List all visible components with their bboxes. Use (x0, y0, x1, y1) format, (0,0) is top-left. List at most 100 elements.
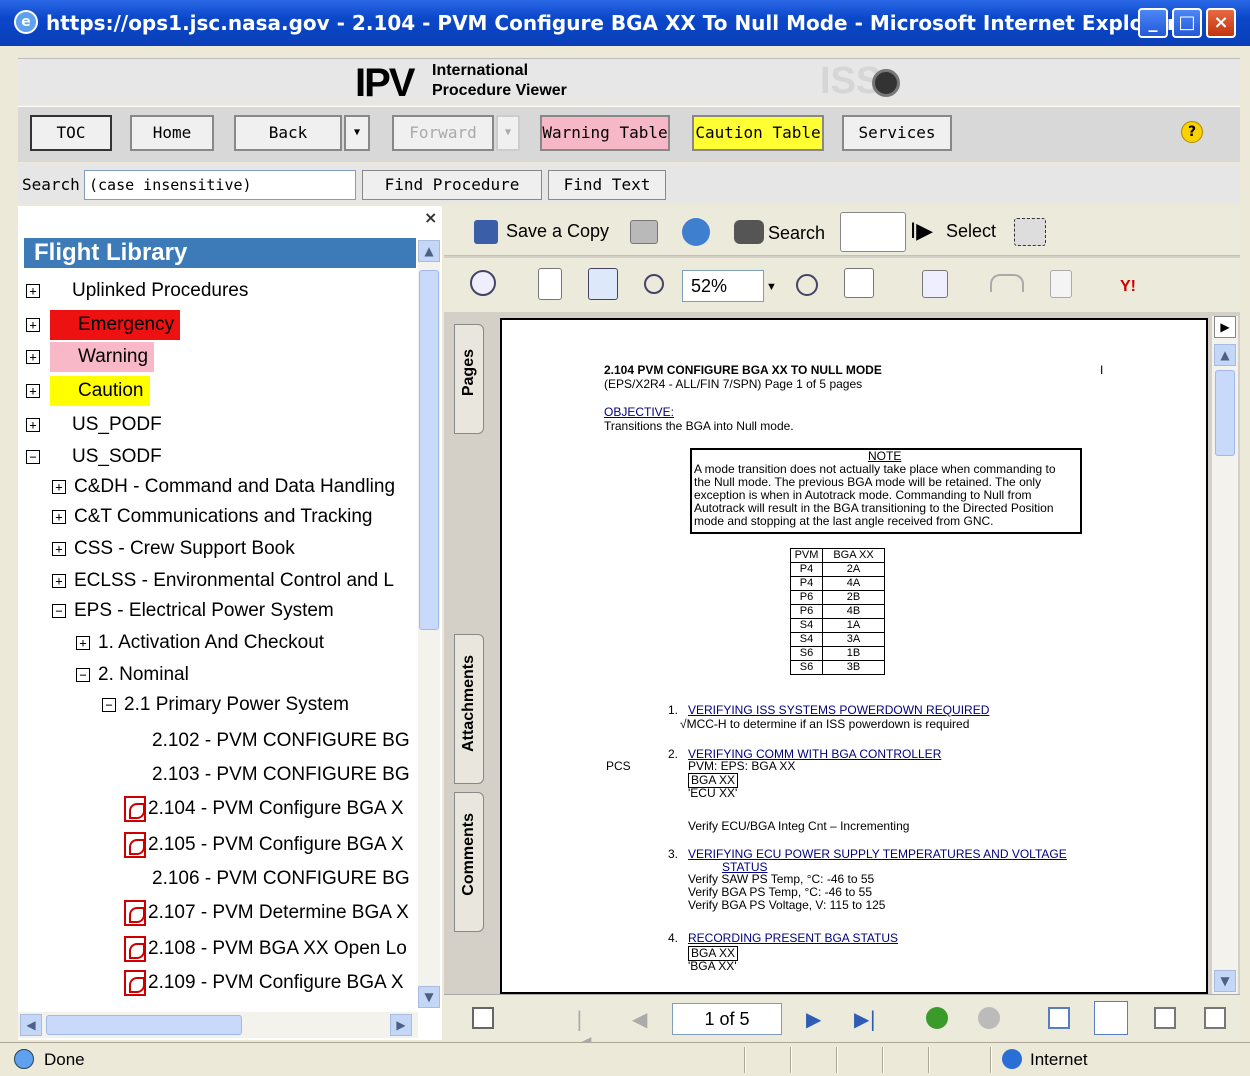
close-pane-icon[interactable]: × (424, 208, 437, 227)
expand-icon[interactable]: + (52, 574, 66, 588)
zoom-dropdown-icon[interactable]: ▼ (766, 276, 777, 298)
tree-item[interactable]: − US_SODF (18, 442, 416, 472)
scroll-left-icon[interactable]: ◀ (20, 1014, 42, 1036)
print-icon[interactable] (630, 220, 658, 244)
find-text-button[interactable]: Find Text (548, 170, 666, 200)
tab-comments[interactable]: Comments (454, 792, 484, 932)
pdf-vertical-scrollbar[interactable]: ▶ ▲ ▼ (1212, 316, 1238, 996)
last-page-icon[interactable]: ▶| (854, 1007, 876, 1031)
scroll-down-icon[interactable]: ▼ (418, 986, 440, 1008)
binoculars-icon[interactable] (734, 220, 764, 244)
tree-item[interactable]: + US_PODF (18, 410, 416, 440)
collapse-icon[interactable]: − (76, 668, 90, 682)
tree-item[interactable]: 2.107 - PVM Determine BGA X (18, 898, 416, 928)
tree-item[interactable]: − EPS - Electrical Power System (18, 596, 416, 626)
go-forward-view-icon[interactable] (978, 1007, 1000, 1029)
back-dropdown-icon[interactable]: ▼ (344, 115, 370, 151)
tree-item[interactable]: +1. Activation And Checkout (18, 628, 416, 658)
pdf-page[interactable]: 2.104 PVM CONFIGURE BGA XX TO NULL MODE … (500, 318, 1208, 994)
close-button[interactable]: × (1206, 8, 1236, 38)
collapse-icon[interactable]: − (52, 604, 66, 618)
tree-item[interactable]: + C&T Communications and Tracking (18, 502, 416, 532)
expand-icon[interactable]: + (26, 284, 40, 298)
search-input[interactable]: (case insensitive) (84, 170, 356, 200)
pdf-scroll-down-icon[interactable]: ▼ (1214, 970, 1236, 992)
back-button[interactable]: Back (234, 115, 342, 151)
horizontal-scroll-thumb[interactable] (46, 1015, 242, 1035)
tree-item[interactable]: + CSS - Crew Support Book (18, 534, 416, 564)
tree-item[interactable]: −2. Nominal (18, 660, 416, 690)
tab-pages[interactable]: Pages (454, 324, 484, 434)
toc-button[interactable]: TOC (30, 115, 112, 151)
minimize-button[interactable]: _ (1138, 8, 1168, 38)
maximize-button[interactable]: □ (1172, 8, 1202, 38)
tree-item[interactable]: −2.1 Primary Power System (18, 690, 416, 720)
tree-item[interactable]: 2.108 - PVM BGA XX Open Lo (18, 934, 416, 964)
tree-item[interactable]: + Emergency (18, 310, 416, 340)
window-title-bar[interactable]: e https://ops1.jsc.nasa.gov - 2.104 - PV… (0, 0, 1250, 46)
step1-title-link[interactable]: VERIFYING ISS SYSTEMS POWERDOWN REQUIRED (688, 704, 989, 717)
hand-tool-icon[interactable] (840, 212, 906, 252)
select-button[interactable]: Select (946, 220, 996, 242)
collapse-icon[interactable]: − (26, 450, 40, 464)
tree-item[interactable]: + Warning (18, 342, 416, 372)
find-procedure-button[interactable]: Find Procedure (362, 170, 542, 200)
save-disk-icon[interactable] (474, 220, 498, 244)
zoom-level-input[interactable]: 52% (682, 270, 764, 302)
expand-icon[interactable]: + (52, 480, 66, 494)
library-horizontal-scrollbar[interactable]: ◀ ▶ (18, 1012, 418, 1038)
go-back-view-icon[interactable] (926, 1007, 948, 1029)
expand-icon[interactable]: + (52, 510, 66, 524)
tree-item[interactable]: 2.103 - PVM CONFIGURE BG (18, 760, 416, 790)
copy-icon[interactable] (1050, 270, 1072, 298)
expand-icon[interactable]: + (26, 418, 40, 432)
zoom-out-icon[interactable] (644, 274, 664, 294)
warning-table-button[interactable]: Warning Table (540, 115, 670, 151)
tree-item[interactable]: 2.105 - PVM Configure BGA X (18, 830, 416, 860)
document-view-icon[interactable] (472, 1007, 494, 1029)
caution-table-button[interactable]: Caution Table (692, 115, 824, 151)
home-button[interactable]: Home (130, 115, 214, 151)
tree-item[interactable]: + ECLSS - Environmental Control and L (18, 566, 416, 596)
tab-attachments[interactable]: Attachments (454, 634, 484, 784)
collapse-icon[interactable]: − (102, 698, 116, 712)
tree-item[interactable]: 2.102 - PVM CONFIGURE BG (18, 726, 416, 756)
help-icon[interactable]: ? (1181, 121, 1203, 143)
email-globe-icon[interactable] (682, 218, 710, 246)
yahoo-toolbar-icon[interactable]: Y! (1120, 276, 1136, 298)
fit-width-icon[interactable] (588, 268, 618, 300)
snapshot-camera-icon[interactable] (1014, 218, 1046, 246)
pdf-scroll-thumb[interactable] (1215, 370, 1235, 456)
tree-item[interactable]: + Uplinked Procedures (18, 276, 416, 306)
expand-icon[interactable]: + (76, 636, 90, 650)
expand-icon[interactable]: + (26, 384, 40, 398)
page-number-input[interactable]: 1 of 5 (672, 1003, 782, 1035)
spellcheck-icon[interactable] (922, 270, 948, 298)
save-copy-button[interactable]: Save a Copy (506, 220, 609, 242)
search-button[interactable]: Search (768, 222, 825, 244)
tree-item[interactable]: 2.104 - PVM Configure BGA X (18, 794, 416, 824)
expand-icon[interactable]: + (26, 350, 40, 364)
zoom-plus-icon[interactable] (796, 274, 818, 296)
library-vertical-scrollbar[interactable]: ▲ ▼ (418, 240, 440, 1008)
pdf-scroll-up-icon[interactable]: ▲ (1214, 344, 1236, 366)
services-button[interactable]: Services (842, 115, 952, 151)
continuous-page-icon[interactable] (1094, 1001, 1128, 1035)
next-page-icon[interactable]: ▶ (806, 1007, 828, 1031)
first-page-icon[interactable]: |◀ (576, 1007, 598, 1055)
tree-item[interactable]: + Caution (18, 376, 416, 406)
scroll-right-icon[interactable]: ▶ (390, 1014, 412, 1036)
forward-button[interactable]: Forward (392, 115, 494, 151)
single-page-icon[interactable] (1048, 1007, 1070, 1029)
page-nav-arrow-icon[interactable]: ▶ (1214, 316, 1236, 338)
tree-item[interactable]: + C&DH - Command and Data Handling (18, 472, 416, 502)
undo-icon[interactable] (990, 274, 1024, 292)
rotate-page-icon[interactable] (844, 268, 874, 298)
expand-icon[interactable]: + (52, 542, 66, 556)
continuous-facing-icon[interactable] (1204, 1007, 1226, 1029)
forward-dropdown-icon[interactable]: ▼ (496, 115, 520, 151)
facing-pages-icon[interactable] (1154, 1007, 1176, 1029)
tree-item[interactable]: 2.106 - PVM CONFIGURE BG (18, 864, 416, 894)
fit-page-icon[interactable] (538, 268, 562, 300)
zoom-in-magnifier-icon[interactable] (470, 270, 496, 296)
